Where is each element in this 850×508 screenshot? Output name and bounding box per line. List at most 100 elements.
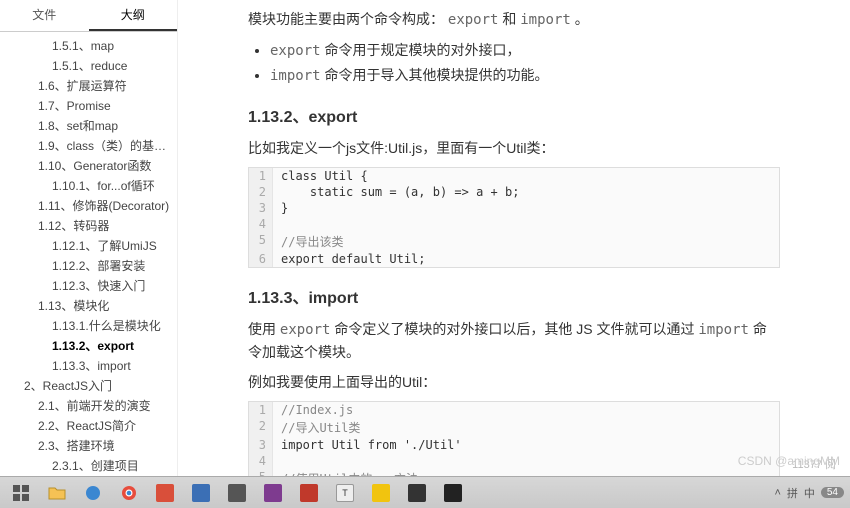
tray-up-icon[interactable]: ˄ <box>774 487 780 499</box>
toc-item[interactable]: 2、ReactJS入门 <box>6 376 177 396</box>
code-keyword: export <box>280 322 331 338</box>
sidebar: 文件 大纲 1.5.1、map1.5.1、reduce1.6、扩展运算符1.7、… <box>0 0 178 476</box>
sidebar-tabs: 文件 大纲 <box>0 0 177 32</box>
article-content[interactable]: 模块功能主要由两个命令构成： export 和 import 。 export … <box>178 0 850 476</box>
toc-item[interactable]: 1.11、修饰器(Decorator) <box>6 196 177 216</box>
toc-item[interactable]: 1.10.1、for...of循环 <box>6 176 177 196</box>
toc-item[interactable]: 1.10、Generator函数 <box>6 156 177 176</box>
toc-item[interactable]: 1.13.2、export <box>6 336 177 356</box>
code-block: 1class Util {2 static sum = (a, b) => a … <box>248 167 780 268</box>
edge-icon <box>84 484 102 502</box>
toc-item[interactable]: 1.13.1.什么是模块化 <box>6 316 177 336</box>
toc-item[interactable]: 1.13、模块化 <box>6 296 177 316</box>
code-line <box>273 216 289 232</box>
line-number: 3 <box>249 437 273 453</box>
tab-outline[interactable]: 大纲 <box>89 0 178 31</box>
toc-item[interactable]: 1.5.1、map <box>6 36 177 56</box>
taskbar: T ˄ 拼 中 54 <box>0 476 850 508</box>
text: 使用 <box>248 321 280 337</box>
code-keyword: import <box>698 322 749 338</box>
toc-item[interactable]: 1.7、Promise <box>6 96 177 116</box>
app-button-2[interactable] <box>184 480 218 506</box>
toc-item[interactable]: 1.6、扩展运算符 <box>6 76 177 96</box>
code-line: //使用Util中的sum方法 <box>273 469 426 476</box>
ime-indicator-1[interactable]: 拼 <box>787 485 798 501</box>
app-button-4[interactable] <box>256 480 290 506</box>
list-item: export 命令用于规定模块的对外接口， <box>270 39 780 62</box>
system-tray: ˄ 拼 中 54 <box>774 485 844 501</box>
app-icon <box>300 484 318 502</box>
app-icon <box>156 484 174 502</box>
code-line: //导入Util类 <box>273 418 368 437</box>
app-icon <box>228 484 246 502</box>
code-line <box>273 453 289 469</box>
code-keyword: export <box>270 43 321 59</box>
browser-button[interactable] <box>76 480 110 506</box>
app-button-6[interactable]: T <box>328 480 362 506</box>
app-icon <box>264 484 282 502</box>
ime-indicator-2[interactable]: 中 <box>804 485 815 501</box>
toc-item[interactable]: 1.8、set和map <box>6 116 177 136</box>
paragraph: 例如我要使用上面导出的Util： <box>248 371 780 393</box>
start-button[interactable] <box>4 480 38 506</box>
line-number: 5 <box>249 232 273 251</box>
toc-item[interactable]: 1.9、class（类）的基本语法 <box>6 136 177 156</box>
toc-item[interactable]: 2.3.1、创建项目 <box>6 456 177 476</box>
paragraph: 使用 export 命令定义了模块的对外接口以后，其他 JS 文件就可以通过 i… <box>248 318 780 363</box>
line-number: 2 <box>249 184 273 200</box>
toc-item[interactable]: 1.12、转码器 <box>6 216 177 236</box>
text: 命令用于规定模块的对外接口， <box>321 42 521 58</box>
notification-badge[interactable]: 54 <box>821 487 844 498</box>
code-line: } <box>273 200 296 216</box>
app-button-9[interactable] <box>436 480 470 506</box>
app-icon <box>372 484 390 502</box>
folder-icon <box>48 484 66 502</box>
heading-export: 1.13.2、export <box>248 103 780 127</box>
app-button-5[interactable] <box>292 480 326 506</box>
code-keyword: import <box>270 68 321 84</box>
app-button-8[interactable] <box>400 480 434 506</box>
chrome-button[interactable] <box>112 480 146 506</box>
list-item: import 命令用于导入其他模块提供的功能。 <box>270 64 780 87</box>
toc-item[interactable]: 2.1、前端开发的演变 <box>6 396 177 416</box>
toc-item[interactable]: 2.2、ReactJS简介 <box>6 416 177 436</box>
code-keyword: export <box>448 12 499 28</box>
toc-item[interactable]: 1.12.1、了解UmiJS <box>6 236 177 256</box>
toc-item[interactable]: 1.5.1、reduce <box>6 56 177 76</box>
bullet-list: export 命令用于规定模块的对外接口， import 命令用于导入其他模块提… <box>248 39 780 87</box>
windows-icon <box>12 484 30 502</box>
app-button-3[interactable] <box>220 480 254 506</box>
line-number: 3 <box>249 200 273 216</box>
text: 。 <box>571 11 589 27</box>
line-number: 4 <box>249 453 273 469</box>
app-icon <box>192 484 210 502</box>
code-keyword: import <box>520 12 571 28</box>
line-number: 5 <box>249 469 273 476</box>
heading-import: 1.13.3、import <box>248 284 780 308</box>
code-block: 1//Index.js2//导入Util类3import Util from '… <box>248 401 780 476</box>
chrome-icon <box>120 484 138 502</box>
line-number: 1 <box>249 168 273 184</box>
toc-item[interactable]: 1.13.3、import <box>6 356 177 376</box>
toc-item[interactable]: 1.12.3、快速入门 <box>6 276 177 296</box>
app-button-7[interactable] <box>364 480 398 506</box>
code-line: //导出该类 <box>273 232 351 251</box>
code-line: //Index.js <box>273 402 361 418</box>
app-icon: T <box>336 484 354 502</box>
code-line: static sum = (a, b) => a + b; <box>273 184 527 200</box>
table-of-contents: 1.5.1、map1.5.1、reduce1.6、扩展运算符1.7、Promis… <box>0 32 177 476</box>
text: 模块功能主要由两个命令构成： <box>248 11 448 27</box>
line-number: 2 <box>249 418 273 437</box>
toc-item[interactable]: 2.3、搭建环境 <box>6 436 177 456</box>
toc-item[interactable]: 1.12.2、部署安装 <box>6 256 177 276</box>
app-button-1[interactable] <box>148 480 182 506</box>
line-number: 4 <box>249 216 273 232</box>
code-line: export default Util; <box>273 251 434 267</box>
text: 和 <box>498 11 520 27</box>
code-line: import Util from './Util' <box>273 437 470 453</box>
tab-file[interactable]: 文件 <box>0 0 89 31</box>
paragraph: 比如我定义一个js文件:Util.js，里面有一个Util类： <box>248 137 780 159</box>
file-explorer-button[interactable] <box>40 480 74 506</box>
text: 命令定义了模块的对外接口以后，其他 JS 文件就可以通过 <box>330 321 698 337</box>
app-icon <box>408 484 426 502</box>
